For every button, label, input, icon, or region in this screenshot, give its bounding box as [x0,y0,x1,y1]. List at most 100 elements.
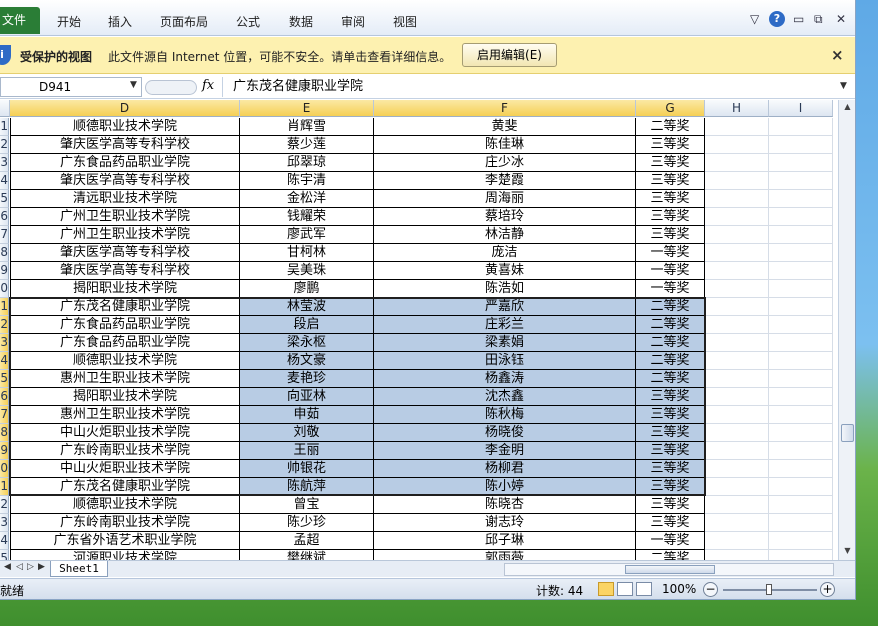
column-header-g[interactable]: G [636,100,705,117]
table-cell[interactable]: 杨柳君 [374,460,636,478]
table-cell[interactable]: 二等奖 [636,298,705,316]
row-header[interactable]: 1 [0,298,9,316]
table-cell[interactable] [769,208,833,226]
column-header-d[interactable]: D [10,100,240,117]
zoom-out-icon[interactable]: − [703,582,718,597]
table-cell[interactable] [769,514,833,532]
table-cell[interactable] [705,514,769,532]
table-cell[interactable] [705,208,769,226]
tab-home[interactable]: 开始 [57,13,81,30]
tab-data[interactable]: 数据 [289,13,313,30]
table-cell[interactable]: 一等奖 [636,262,705,280]
table-cell[interactable] [769,280,833,298]
table-cell[interactable]: 申茹 [240,406,374,424]
table-cell[interactable]: 沈杰鑫 [374,388,636,406]
table-cell[interactable]: 三等奖 [636,478,705,496]
row-header[interactable]: 4 [0,352,9,370]
column-header-f[interactable]: F [374,100,636,117]
expand-formula-chevron-icon[interactable]: ▼ [840,81,847,91]
scroll-up-icon[interactable]: ▲ [840,100,855,114]
table-cell[interactable]: 广东岭南职业技术学院 [10,514,240,532]
row-header[interactable]: 2 [0,316,9,334]
table-cell[interactable]: 向亚林 [240,388,374,406]
column-header-e[interactable]: E [240,100,374,117]
table-cell[interactable]: 广州卫生职业技术学院 [10,226,240,244]
table-cell[interactable]: 顺德职业技术学院 [10,352,240,370]
formula-input[interactable]: 广东茂名健康职业学院 [222,77,840,97]
table-cell[interactable] [705,172,769,190]
insert-function-icon[interactable]: fx [202,78,214,93]
row-header[interactable]: 5 [0,370,9,388]
table-cell[interactable]: 杨晓俊 [374,424,636,442]
table-cell[interactable] [769,244,833,262]
table-cell[interactable]: 揭阳职业技术学院 [10,388,240,406]
table-cell[interactable]: 三等奖 [636,136,705,154]
table-cell[interactable] [705,316,769,334]
table-cell[interactable]: 田泳钰 [374,352,636,370]
zoom-level[interactable]: 100% [662,582,696,596]
table-cell[interactable]: 三等奖 [636,190,705,208]
name-box[interactable]: D941 [0,77,142,97]
table-cell[interactable] [769,172,833,190]
tab-file[interactable]: 文件 [0,7,40,34]
table-cell[interactable]: 三等奖 [636,208,705,226]
table-cell[interactable]: 一等奖 [636,280,705,298]
table-cell[interactable] [769,226,833,244]
row-header[interactable]: 9 [0,442,9,460]
table-cell[interactable]: 三等奖 [636,496,705,514]
table-cell[interactable] [769,136,833,154]
table-cell[interactable]: 段启 [240,316,374,334]
row-header[interactable]: 1 [0,118,9,136]
table-cell[interactable] [769,442,833,460]
row-header[interactable]: 5 [0,190,9,208]
table-cell[interactable]: 陈宇清 [240,172,374,190]
row-header[interactable]: 8 [0,244,9,262]
table-cell[interactable]: 廖鹏 [240,280,374,298]
table-cell[interactable] [705,280,769,298]
table-cell[interactable] [769,532,833,550]
tab-review[interactable]: 审阅 [341,13,365,30]
table-cell[interactable] [705,532,769,550]
close-window-icon[interactable]: ✕ [836,12,846,26]
tab-formulas[interactable]: 公式 [236,13,260,30]
tab-insert[interactable]: 插入 [108,13,132,30]
row-header[interactable]: 2 [0,136,9,154]
sheet-tab-sheet1[interactable]: Sheet1 [50,561,108,577]
table-cell[interactable] [705,118,769,136]
table-cell[interactable]: 黄斐 [374,118,636,136]
table-cell[interactable]: 杨文豪 [240,352,374,370]
table-cell[interactable]: 陈小婷 [374,478,636,496]
table-cell[interactable]: 三等奖 [636,388,705,406]
table-cell[interactable] [705,190,769,208]
table-cell[interactable]: 邱子琳 [374,532,636,550]
scroll-down-icon[interactable]: ▼ [840,544,855,558]
table-cell[interactable] [769,316,833,334]
row-header[interactable]: 4 [0,172,9,190]
table-cell[interactable] [705,244,769,262]
table-cell[interactable]: 蔡少莲 [240,136,374,154]
table-cell[interactable]: 肇庆医学高等专科学校 [10,136,240,154]
table-cell[interactable]: 李楚霞 [374,172,636,190]
row-header[interactable]: 3 [0,514,9,532]
enable-editing-button[interactable]: 启用编辑(E) [462,43,557,67]
table-cell[interactable]: 庄少冰 [374,154,636,172]
table-cell[interactable]: 曾宝 [240,496,374,514]
table-cell[interactable]: 林莹波 [240,298,374,316]
minimize-icon[interactable]: ▭ [793,12,804,26]
table-cell[interactable] [769,424,833,442]
table-cell[interactable]: 广东省外语艺术职业学院 [10,532,240,550]
table-cell[interactable]: 顺德职业技术学院 [10,118,240,136]
table-cell[interactable]: 陈佳琳 [374,136,636,154]
table-cell[interactable]: 肇庆医学高等专科学校 [10,172,240,190]
table-cell[interactable]: 二等奖 [636,334,705,352]
page-layout-view-icon[interactable] [617,582,633,596]
table-cell[interactable]: 中山火炬职业技术学院 [10,424,240,442]
zoom-in-icon[interactable]: + [820,582,835,597]
table-cell[interactable] [769,154,833,172]
table-cell[interactable]: 廖武军 [240,226,374,244]
table-cell[interactable]: 揭阳职业技术学院 [10,280,240,298]
next-sheet-icon[interactable]: ▷ [27,562,34,572]
table-cell[interactable]: 二等奖 [636,352,705,370]
table-cell[interactable]: 周海丽 [374,190,636,208]
row-header[interactable]: 0 [0,460,9,478]
